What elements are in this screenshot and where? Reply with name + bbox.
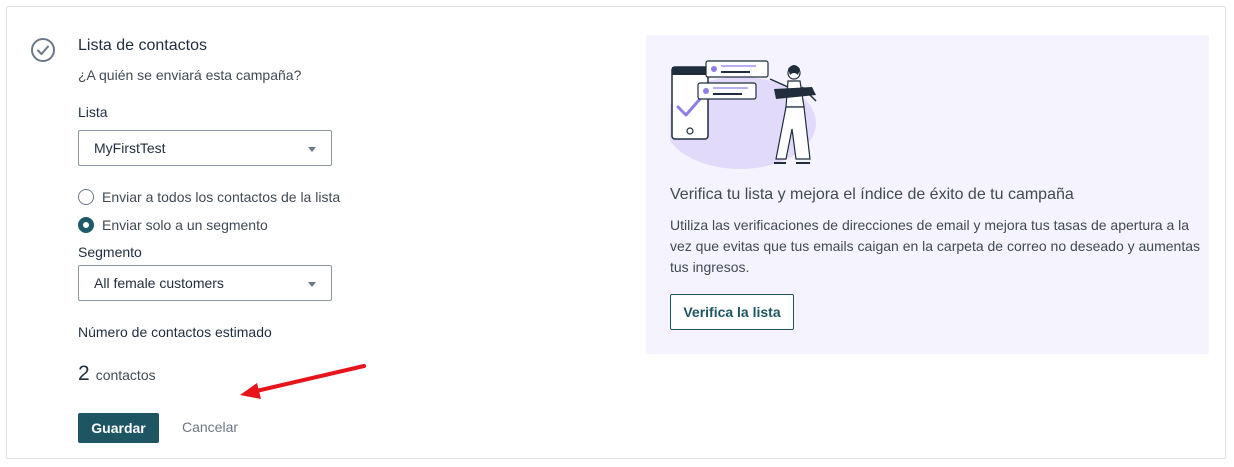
verify-list-promo: Verifica tu lista y mejora el índice de …	[646, 35, 1209, 354]
segment-select-value: All female customers	[94, 275, 224, 291]
contact-list-card: Lista de contactos ¿A quién se enviará e…	[6, 6, 1226, 459]
red-arrow-icon	[240, 364, 366, 399]
list-verification-illustration	[670, 60, 817, 169]
radio-send-segment[interactable]: Enviar solo a un segmento	[78, 217, 268, 233]
segment-select[interactable]: All female customers	[78, 265, 332, 301]
contact-count-number: 2	[78, 362, 90, 385]
promo-description: Utiliza las verificaciones de direccione…	[670, 217, 1200, 275]
caret-down-icon	[308, 282, 316, 287]
list-label: Lista	[78, 104, 108, 120]
caret-down-icon	[308, 147, 316, 152]
radio-send-all-label: Enviar a todos los contactos de la lista	[102, 189, 341, 205]
check-circle-icon	[31, 38, 55, 62]
promo-title: Verifica tu lista y mejora el índice de …	[670, 186, 1074, 203]
contact-count: 2 contactos	[78, 362, 156, 386]
radio-send-segment-label: Enviar solo a un segmento	[102, 217, 268, 233]
radio-button-unchecked[interactable]	[78, 189, 94, 205]
radio-button-checked[interactable]	[78, 217, 94, 233]
save-button[interactable]: Guardar	[78, 413, 159, 443]
radio-send-all[interactable]: Enviar a todos los contactos de la lista	[78, 189, 340, 205]
list-select[interactable]: MyFirstTest	[78, 130, 332, 166]
segment-label: Segmento	[78, 244, 142, 260]
verify-list-button[interactable]: Verifica la lista	[670, 294, 794, 330]
list-select-value: MyFirstTest	[94, 140, 166, 156]
section-title: Lista de contactos	[78, 37, 207, 54]
cancel-button[interactable]: Cancelar	[182, 419, 238, 435]
section-subtitle: ¿A quién se enviará esta campaña?	[78, 67, 302, 83]
contact-count-unit: contactos	[95, 367, 156, 383]
estimate-label: Número de contactos estimado	[78, 324, 272, 340]
